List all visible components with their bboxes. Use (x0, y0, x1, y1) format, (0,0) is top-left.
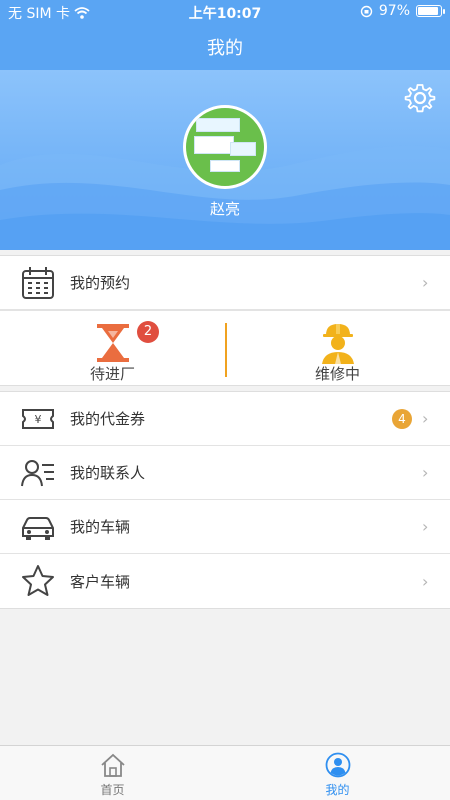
my-vehicles-label: 我的车辆 (70, 518, 131, 536)
chevron-right-icon: › (422, 571, 429, 591)
tab-home[interactable]: 首页 (0, 746, 225, 800)
svg-text:¥: ¥ (35, 413, 42, 426)
calendar-icon (22, 266, 54, 299)
username: 赵亮 (209, 200, 240, 218)
under-repair-label: 维修中 (314, 365, 360, 383)
profile-icon (325, 752, 350, 778)
contacts-icon (21, 459, 54, 486)
worker-helmet-icon (321, 324, 354, 364)
chevron-right-icon: › (422, 273, 429, 292)
orientation-lock-icon (360, 5, 373, 17)
star-icon (22, 565, 54, 596)
voucher-label: 我的代金券 (70, 410, 146, 428)
chevron-right-icon: › (422, 463, 429, 482)
top-bar: 无 SIM 卡 上午10:07 97% 我的 (0, 0, 450, 70)
contacts-row[interactable]: 我的联系人 › (0, 446, 450, 500)
tab-mine[interactable]: 我的 (225, 746, 450, 800)
car-icon (22, 516, 54, 540)
battery-icon (416, 5, 445, 17)
waiting-entry-label: 待进厂 (89, 365, 135, 383)
my-vehicles-row[interactable]: 我的车辆 › (0, 500, 450, 554)
appointment-section: 我的预约 › 2 待进厂 维修中 (0, 255, 450, 386)
under-repair-button[interactable]: 维修中 (225, 311, 450, 385)
hourglass-icon (96, 324, 129, 362)
status-bar: 无 SIM 卡 上午10:07 97% (0, 0, 450, 24)
tab-mine-label: 我的 (325, 783, 350, 797)
customer-vehicles-row[interactable]: 客户车辆 › (0, 554, 450, 608)
settings-gear-icon[interactable] (404, 82, 436, 114)
my-appointment-row[interactable]: 我的预约 › (0, 256, 450, 310)
customer-vehicles-label: 客户车辆 (70, 572, 131, 591)
voucher-count-badge: 4 (392, 409, 412, 429)
voucher-row[interactable]: ¥ 我的代金券 4 › (0, 392, 450, 446)
page-title: 我的 (207, 38, 243, 59)
waiting-entry-button[interactable]: 2 待进厂 (0, 311, 225, 385)
chevron-right-icon: › (422, 409, 429, 428)
appointment-label: 我的预约 (70, 274, 131, 292)
chevron-right-icon: › (422, 517, 429, 536)
waiting-count-badge: 2 (137, 321, 159, 343)
menu-section: ¥ 我的代金券 4 › 我的联系人 › 我的车辆 › 客户车辆 › (0, 391, 450, 609)
battery-percent: 97% (378, 3, 410, 19)
voucher-icon: ¥ (22, 408, 54, 429)
avatar[interactable] (183, 105, 267, 189)
tab-bar: 首页 我的 (0, 745, 450, 800)
home-icon (100, 753, 125, 777)
contacts-label: 我的联系人 (70, 464, 146, 482)
order-status-panel: 2 待进厂 维修中 (0, 310, 450, 385)
tab-home-label: 首页 (100, 783, 125, 797)
profile-banner: 赵亮 (0, 70, 450, 250)
